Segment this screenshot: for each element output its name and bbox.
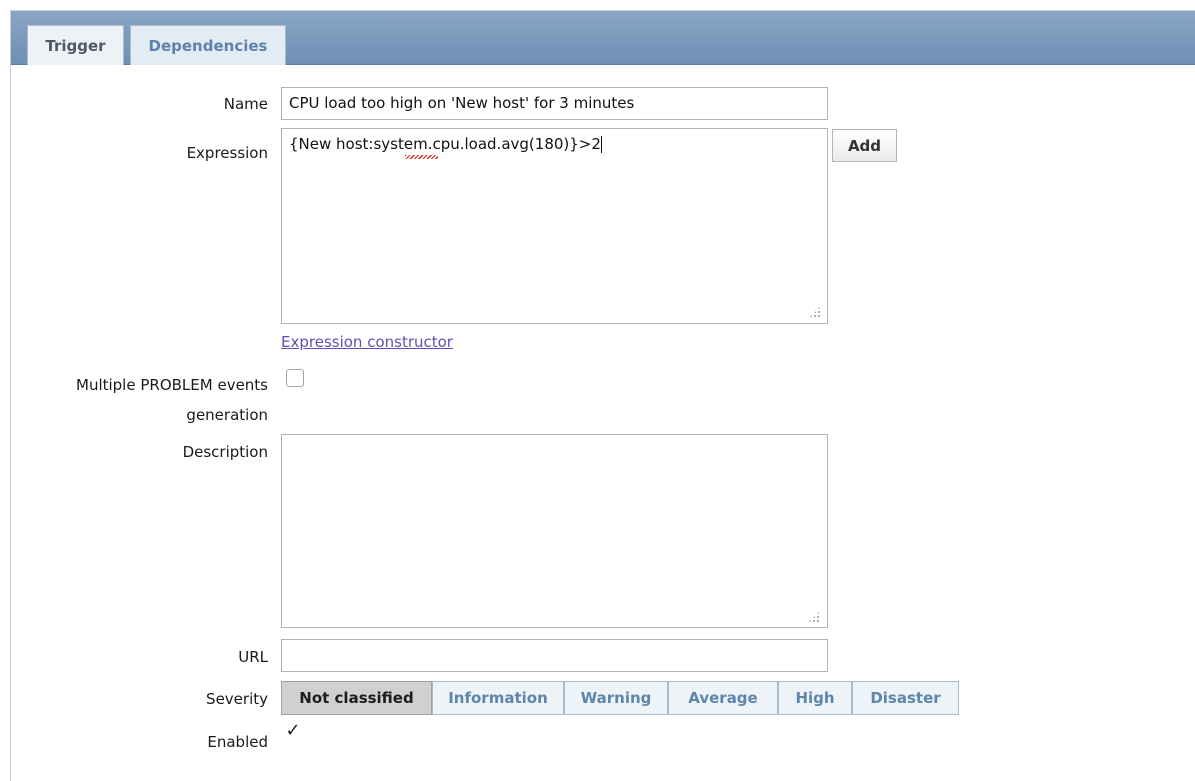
resize-handle-icon[interactable]: [809, 306, 821, 318]
multiple-problem-label-line1: Multiple PROBLEM events: [76, 376, 268, 394]
tab-bar: Trigger Dependencies: [11, 11, 1195, 65]
severity-warning[interactable]: Warning: [564, 681, 668, 715]
severity-high[interactable]: High: [778, 681, 852, 715]
text-cursor: [600, 136, 602, 153]
tab-dependencies[interactable]: Dependencies: [130, 25, 286, 65]
add-expression-button[interactable]: Add: [832, 129, 897, 162]
enabled-label: Enabled: [207, 733, 268, 751]
url-input[interactable]: [281, 639, 828, 672]
severity-not-classified[interactable]: Not classified: [281, 681, 432, 715]
severity-disaster[interactable]: Disaster: [852, 681, 959, 715]
enabled-checkbox[interactable]: ✓: [284, 722, 302, 741]
url-label: URL: [238, 648, 268, 666]
multiple-problem-label-line2: generation: [186, 406, 268, 424]
severity-average[interactable]: Average: [668, 681, 778, 715]
tab-trigger[interactable]: Trigger: [27, 25, 124, 65]
description-label: Description: [182, 443, 268, 461]
severity-information[interactable]: Information: [432, 681, 564, 715]
expression-constructor-link[interactable]: Expression constructor: [281, 333, 453, 351]
severity-label: Severity: [206, 690, 268, 708]
expression-value: {New host:system.cpu.load.avg(180)}>2: [289, 135, 601, 153]
expression-textarea[interactable]: {New host:system.cpu.load.avg(180)}>2: [281, 128, 828, 324]
description-textarea[interactable]: [281, 434, 828, 628]
expression-label: Expression: [186, 144, 268, 162]
spellcheck-underline: [405, 155, 438, 159]
name-label: Name: [223, 95, 268, 113]
multiple-problem-checkbox[interactable]: [286, 369, 304, 387]
name-input[interactable]: CPU load too high on 'New host' for 3 mi…: [281, 87, 828, 120]
